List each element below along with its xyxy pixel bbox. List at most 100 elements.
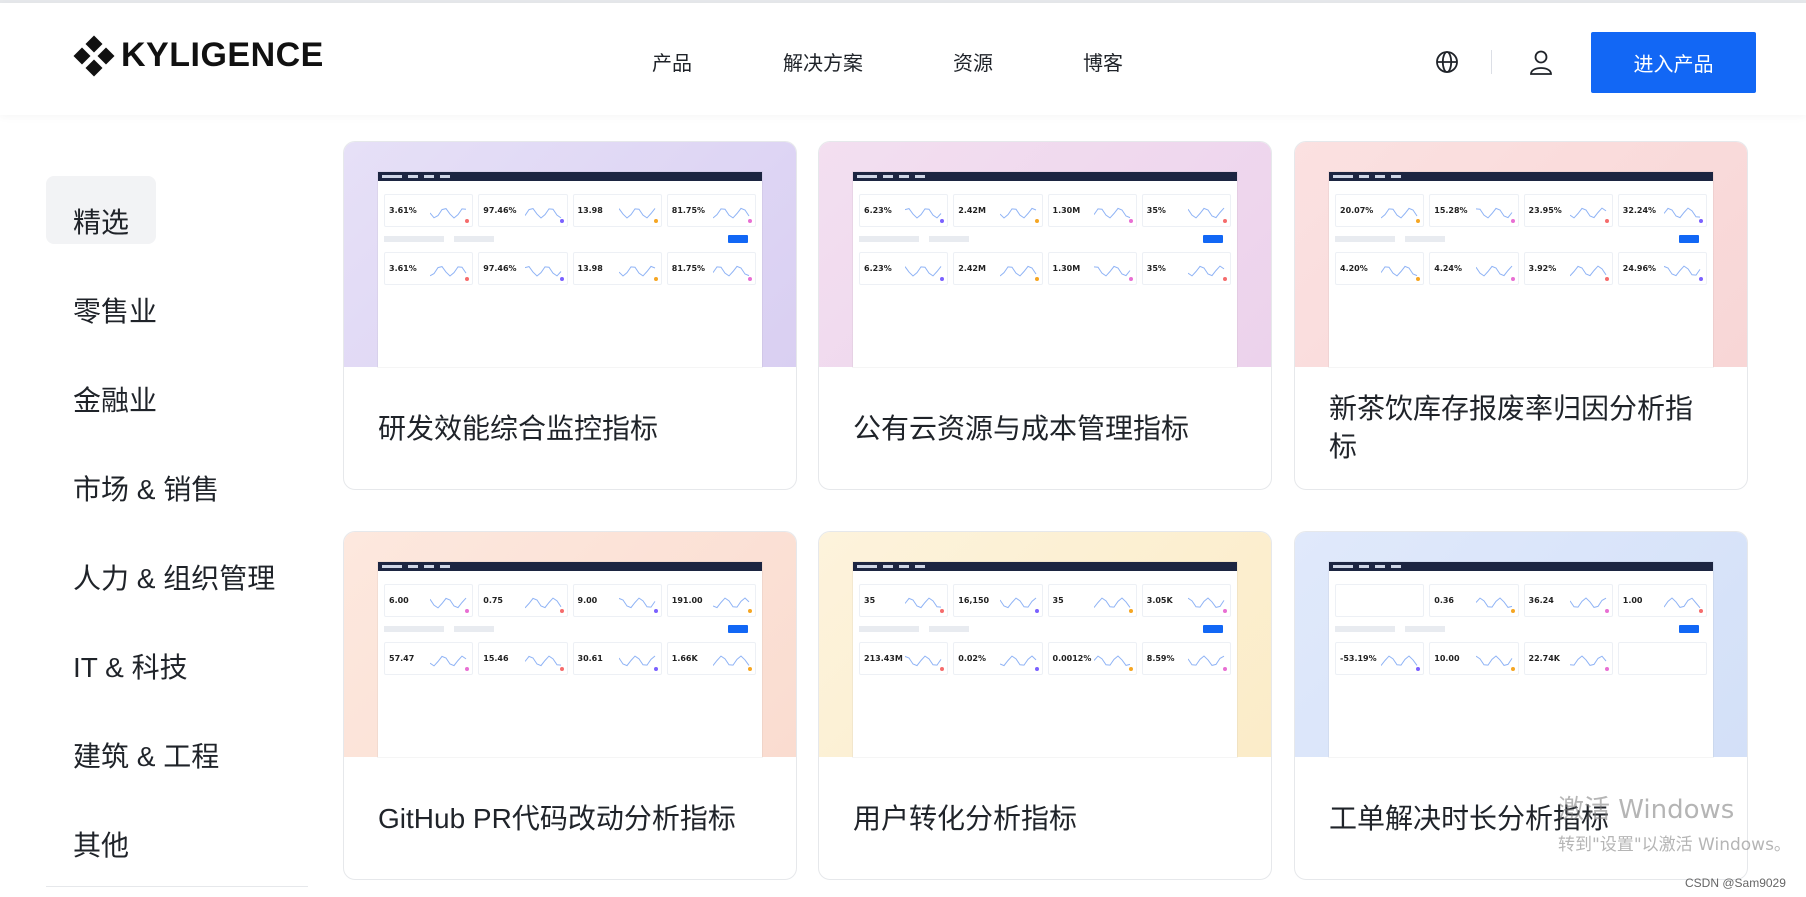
logo[interactable]: KYLIGENCE — [73, 35, 324, 76]
preview-metric-tile: 13.98 — [572, 252, 662, 285]
preview-metric-value: 30.61 — [577, 654, 603, 663]
preview-status-dot — [653, 277, 658, 281]
preview-metric-value: 35% — [1146, 206, 1166, 215]
preview-metric-tile: 6.23% — [859, 252, 949, 285]
metric-template-card[interactable]: 20.07% 15.28% 23.95% 32.24% 4.20% 4.24% 3.92% 2… — [1294, 141, 1748, 490]
preview-metric-tile: 4.24% — [1429, 252, 1519, 285]
preview-status-dot — [748, 609, 752, 613]
preview-metric-value: 1.66K — [671, 654, 698, 663]
watermark-line-2: 转到"设置"以激活 Windows。 — [1558, 835, 1791, 855]
preview-topbar — [378, 562, 762, 571]
preview-metric-row: 57.47 15.46 30.61 1.66K — [384, 642, 756, 675]
nav-item-resources[interactable]: 资源 — [953, 47, 1083, 76]
enter-product-button[interactable]: 进入产品 — [1591, 32, 1756, 93]
nav-item-solutions[interactable]: 解决方案 — [783, 47, 953, 76]
preview-sparkline — [524, 655, 561, 667]
preview-metric-tile: 1.30M — [1047, 194, 1137, 227]
preview-sparkline — [713, 655, 750, 666]
card-thumbnail: 20.07% 15.28% 23.95% 32.24% 4.20% 4.24% 3.92% 2… — [1295, 142, 1747, 367]
sidebar-item-featured[interactable]: 精选 — [46, 176, 275, 265]
preview-metric-value: 3.61% — [389, 264, 417, 273]
preview-sparkline — [430, 266, 467, 277]
preview-metric-tile: 36.24 — [1523, 584, 1613, 617]
preview-metric-value: 35 — [864, 596, 876, 605]
preview-metric-value: 81.75% — [671, 264, 706, 273]
globe-icon[interactable] — [1435, 50, 1459, 74]
preview-metric-value: 32.24% — [1622, 206, 1657, 215]
credit-text: CSDN @Sam9029 — [1685, 876, 1786, 890]
preview-metric-row: 4.20% 4.24% 3.92% 24.96% — [1335, 252, 1707, 285]
preview-metric-tile: 97.46% — [478, 194, 568, 227]
preview-metric-tile — [1335, 584, 1425, 617]
sidebar-item-construction[interactable]: 建筑 & 工程 — [46, 710, 275, 799]
metric-template-card[interactable]: 6.00 0.75 9.00 191.00 57.47 15.46 30.61 1.66K Gi… — [343, 531, 797, 880]
preview-metric-value: 213.43M — [864, 654, 903, 663]
preview-metric-tile: 3.61% — [384, 252, 474, 285]
preview-metric-tile: 0.75 — [478, 584, 568, 617]
sidebar-item-marketing-sales[interactable]: 市场 & 销售 — [46, 443, 275, 532]
nav-item-blog[interactable]: 博客 — [1083, 47, 1163, 76]
user-icon[interactable] — [1529, 49, 1553, 75]
preview-status-dot — [1128, 667, 1133, 671]
preview-metric-value: 6.23% — [864, 206, 892, 215]
preview-status-dot — [1604, 667, 1609, 671]
logo-mark-icon — [73, 35, 115, 76]
preview-status-dot — [1416, 667, 1421, 671]
nav-item-product[interactable]: 产品 — [652, 47, 783, 76]
preview-sparkline — [618, 655, 656, 667]
preview-status-dot — [1034, 277, 1039, 281]
preview-status-dot — [653, 667, 658, 671]
preview-sparkline — [1569, 655, 1607, 666]
preview-metric-tile: 97.46% — [478, 252, 568, 285]
preview-metric-tile: 213.43M — [859, 642, 949, 675]
preview-metric-value: 1.30M — [1052, 206, 1081, 215]
watermark-line-1: 激活 Windows — [1558, 795, 1735, 825]
preview-status-dot — [1034, 667, 1039, 671]
preview-metric-value: 15.28% — [1434, 206, 1468, 215]
preview-status-dot — [653, 609, 658, 613]
site-header: KYLIGENCE 产品 解决方案 资源 博客 进入产品 — [0, 3, 1806, 115]
preview-status-dot — [559, 667, 564, 671]
preview-status-dot — [940, 277, 945, 281]
windows-activation-watermark: 激活 Windows 转到"设置"以激活 Windows。 — [1558, 789, 1791, 855]
sidebar-bottom-divider — [46, 886, 308, 887]
preview-sparkline — [713, 207, 750, 219]
preview-status-dot — [465, 667, 470, 671]
preview-metric-tile: 35% — [1141, 194, 1231, 227]
preview-sparkline — [1664, 265, 1701, 277]
dashboard-preview: 6.23% 2.42M 1.30M 35% 6.23% 2.42M 1.30M 35% — [853, 172, 1237, 367]
preview-sparkline — [1188, 265, 1225, 277]
dashboard-preview: 3.61% 97.46% 13.98 81.75% 3.61% 97.46% 13.98 81… — [378, 172, 762, 367]
metric-template-card[interactable]: 3.61% 97.46% 13.98 81.75% 3.61% 97.46% 13.98 81… — [343, 141, 797, 490]
preview-status-dot — [465, 219, 470, 223]
preview-metric-tile: 0.36 — [1429, 584, 1519, 617]
sidebar-item-it-tech[interactable]: IT & 科技 — [46, 621, 275, 710]
preview-metric-tile: 13.98 — [572, 194, 662, 227]
preview-metric-tile: 2.42M — [953, 194, 1043, 227]
preview-metric-row: 213.43M 0.02% 0.0012% 8.59% — [859, 642, 1231, 675]
preview-sparkline — [618, 208, 656, 219]
card-title: 研发效能综合监控指标 — [378, 413, 659, 444]
preview-topbar — [1329, 562, 1713, 571]
preview-sparkline — [1188, 207, 1225, 219]
header-divider — [1491, 50, 1492, 74]
sidebar-item-retail[interactable]: 零售业 — [46, 265, 275, 354]
preview-status-dot — [1604, 277, 1609, 281]
preview-metric-tile: 24.96% — [1617, 252, 1707, 285]
preview-metric-value: 3.05K — [1146, 596, 1173, 605]
preview-metric-value: 97.46% — [483, 206, 517, 215]
preview-status-dot — [559, 277, 564, 281]
preview-controls — [859, 234, 1231, 246]
preview-sparkline — [1475, 265, 1512, 277]
sidebar-item-hr[interactable]: 人力 & 组织管理 — [46, 532, 275, 621]
preview-metric-tile: 35 — [1047, 584, 1137, 617]
metric-template-card[interactable]: 6.23% 2.42M 1.30M 35% 6.23% 2.42M 1.30M 35% 公有云资… — [818, 141, 1272, 490]
preview-metric-row: 35 16,150 35 3.05K — [859, 584, 1231, 617]
sidebar-item-finance[interactable]: 金融业 — [46, 354, 275, 443]
sidebar-item-other[interactable]: 其他 — [46, 799, 275, 888]
preview-sparkline — [524, 266, 561, 277]
metric-template-card[interactable]: 35 16,150 35 3.05K 213.43M 0.02% 0.0012% 8.59% 用… — [818, 531, 1272, 880]
preview-sparkline — [905, 208, 942, 219]
preview-sparkline — [1381, 655, 1418, 666]
preview-metric-row: 6.00 0.75 9.00 191.00 — [384, 584, 756, 617]
